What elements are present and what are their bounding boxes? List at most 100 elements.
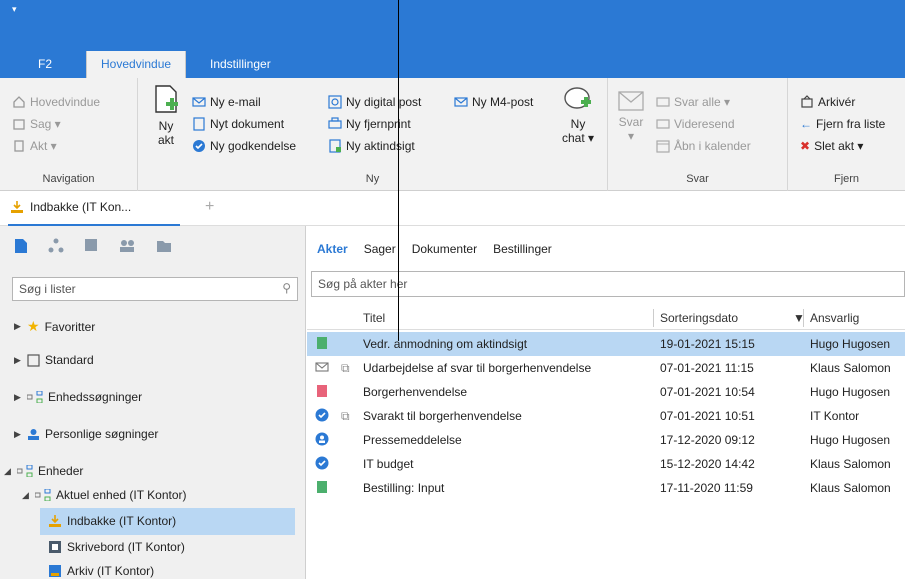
tree-item-indbakke[interactable]: Indbakke (IT Kontor) <box>48 514 176 528</box>
tree-item-enheder[interactable]: ◢ Enheder <box>4 464 83 478</box>
expand-arrow-icon[interactable]: ▶ <box>14 392 22 403</box>
red-doc-icon <box>315 384 329 401</box>
table-row[interactable]: IT budget 15-12-2020 14:42 Klaus Salomon <box>307 452 905 476</box>
nav-akt-button[interactable]: Akt ▾ <box>12 139 57 153</box>
svar-button[interactable]: Svar ▾ <box>614 90 648 143</box>
list-search-input[interactable]: Søg i lister ⚲ <box>12 277 298 301</box>
check-circle-icon <box>315 456 329 473</box>
cursor-line <box>398 0 399 341</box>
list-icon[interactable] <box>84 238 98 254</box>
tab-sager[interactable]: Sager <box>364 242 396 256</box>
row-owner: Hugo Hugosen <box>810 385 891 399</box>
tree-item-arkiv[interactable]: Arkiv (IT Kontor) <box>48 564 154 578</box>
table-row[interactable]: ⧉ Udarbejdelse af svar til borgerhenvende… <box>307 356 905 380</box>
table-row[interactable]: Bestilling: Input 17-11-2020 11:59 Klaus S… <box>307 476 905 500</box>
navigation-group-title: Navigation <box>42 173 95 185</box>
table-header: Titel Sorteringsdato ▼ Ansvarlig <box>307 306 905 330</box>
ny-aktindsigt-button[interactable]: Ny aktindsigt <box>328 139 415 153</box>
ny-digital-post-button[interactable]: Ny digital post <box>328 95 421 109</box>
collapse-arrow-icon[interactable]: ◢ <box>4 466 12 477</box>
inbox-icon <box>49 515 61 527</box>
arkiver-button[interactable]: Arkivér <box>800 95 855 109</box>
tab-akter[interactable]: Akter <box>317 242 348 256</box>
expand-arrow-icon[interactable]: ▶ <box>14 355 22 366</box>
table-row[interactable]: Pressemeddelelse 17-12-2020 09:12 Hugo Hug… <box>307 428 905 452</box>
documents-icon[interactable] <box>14 238 28 254</box>
column-separator[interactable] <box>803 309 804 327</box>
email-icon <box>192 97 206 107</box>
tree-item-enhedssogninger[interactable]: ▶ Enhedssøgninger <box>14 390 142 404</box>
tree-item-personlige-sogninger[interactable]: ▶ Personlige søgninger <box>14 427 158 441</box>
tree-item-favoritter[interactable]: ▶ ★ Favoritter <box>14 318 95 335</box>
tree-item-aktuel-enhed[interactable]: ◢ Aktuel enhed (IT Kontor) <box>22 488 187 502</box>
approval-icon <box>193 140 205 152</box>
row-date: 07-01-2021 11:15 <box>660 361 754 375</box>
org-units-icon <box>27 391 43 403</box>
green-doc-icon <box>315 336 329 353</box>
collapse-arrow-icon[interactable]: ◢ <box>22 490 30 501</box>
archive-icon <box>801 95 813 108</box>
digital-post-icon <box>328 95 342 109</box>
row-title: Svarakt til borgerhenvendelse <box>363 409 522 423</box>
tree-item-skrivebord[interactable]: Skrivebord (IT Kontor) <box>48 540 185 554</box>
tab-hovedvindue[interactable]: Hovedvindue <box>86 51 187 78</box>
tab-f2[interactable]: F2 <box>24 51 66 78</box>
row-date: 15-12-2020 14:42 <box>660 457 755 471</box>
tree-item-standard[interactable]: ▶ Standard <box>14 353 94 367</box>
row-date: 07-01-2021 10:54 <box>660 385 755 399</box>
quick-access-dropdown[interactable]: ▾ <box>12 4 17 15</box>
slet-akt-button[interactable]: ✖ Slet akt ▾ <box>800 139 863 153</box>
envelope-icon <box>618 91 644 111</box>
table-row[interactable]: Vedr. anmodning om aktindsigt 19-01-2021 … <box>307 332 905 356</box>
nyt-dokument-button[interactable]: Nyt dokument <box>192 117 284 131</box>
akter-search-input[interactable]: Søg på akter her <box>311 271 905 297</box>
ny-godkendelse-button[interactable]: Ny godkendelse <box>192 139 296 153</box>
aabn-i-kalender-button[interactable]: Åbn i kalender <box>656 139 751 153</box>
ny-chat-label: Ny chat ▾ <box>561 117 595 145</box>
desk-icon <box>49 541 61 553</box>
ny-email-button[interactable]: Ny e-mail <box>192 95 261 109</box>
person-icon <box>28 428 39 440</box>
ribbon-group-fjern: Arkivér ← Fjern fra liste ✖ Slet akt ▾ F… <box>788 78 905 191</box>
nav-hovedvindue-button[interactable]: Hovedvindue <box>12 95 100 109</box>
ribbon-group-ny: Ny akt Ny e-mail Nyt dokument Ny godkend… <box>138 78 608 191</box>
column-header-sorteringsdato[interactable]: Sorteringsdato <box>660 311 738 325</box>
chat-icon <box>564 87 591 109</box>
users-icon[interactable] <box>118 238 136 254</box>
add-tab-button[interactable]: + <box>205 198 214 216</box>
column-header-titel[interactable]: Titel <box>363 311 385 325</box>
ribbon: Hovedvindue Sag ▾ Akt ▾ Navigation Ny ak… <box>0 78 905 191</box>
ny-chat-button[interactable]: Ny chat ▾ <box>558 84 598 145</box>
ny-m4-post-button[interactable]: Ny M4-post <box>454 95 533 109</box>
archive-box-icon <box>49 565 61 577</box>
table-row[interactable]: ⧉ Svarakt til borgerhenvendelse 07-01-2021… <box>307 404 905 428</box>
hierarchy-icon[interactable] <box>48 238 64 254</box>
ny-akt-button[interactable]: Ny akt <box>148 84 184 147</box>
expand-arrow-icon[interactable]: ▶ <box>14 429 22 440</box>
row-owner: Klaus Salomon <box>810 361 891 375</box>
row-title: IT budget <box>363 457 414 471</box>
expand-arrow-icon[interactable]: ▶ <box>14 321 22 332</box>
nav-sag-button[interactable]: Sag ▾ <box>12 117 61 131</box>
svar-label: Svar ▾ <box>618 115 644 143</box>
folder-icon[interactable] <box>156 238 172 254</box>
row-title: Borgerhenvendelse <box>363 385 468 399</box>
inbox-icon <box>11 201 23 213</box>
tab-dokumenter[interactable]: Dokumenter <box>412 242 477 256</box>
column-separator[interactable] <box>653 309 654 327</box>
column-header-ansvarlig[interactable]: Ansvarlig <box>810 311 859 325</box>
org-units-icon <box>17 465 33 477</box>
row-date: 07-01-2021 10:51 <box>660 409 755 423</box>
ny-group-title: Ny <box>365 173 380 185</box>
tab-bestillinger[interactable]: Bestillinger <box>493 242 552 256</box>
table-row[interactable]: Borgerhenvendelse 07-01-2021 10:54 Hugo Hu… <box>307 380 905 404</box>
row-owner: Klaus Salomon <box>810 481 891 495</box>
fjern-fra-liste-button[interactable]: ← Fjern fra liste <box>800 117 885 131</box>
svar-alle-button[interactable]: Svar alle ▾ <box>656 95 730 109</box>
tab-indstillinger[interactable]: Indstillinger <box>196 51 285 78</box>
row-owner: IT Kontor <box>810 409 860 423</box>
doc-tab-indbakke[interactable]: Indbakke (IT Kon... <box>10 200 131 214</box>
access-request-icon <box>329 139 341 153</box>
search-icon[interactable]: ⚲ <box>282 281 291 295</box>
videresend-button[interactable]: Videresend <box>656 117 735 131</box>
